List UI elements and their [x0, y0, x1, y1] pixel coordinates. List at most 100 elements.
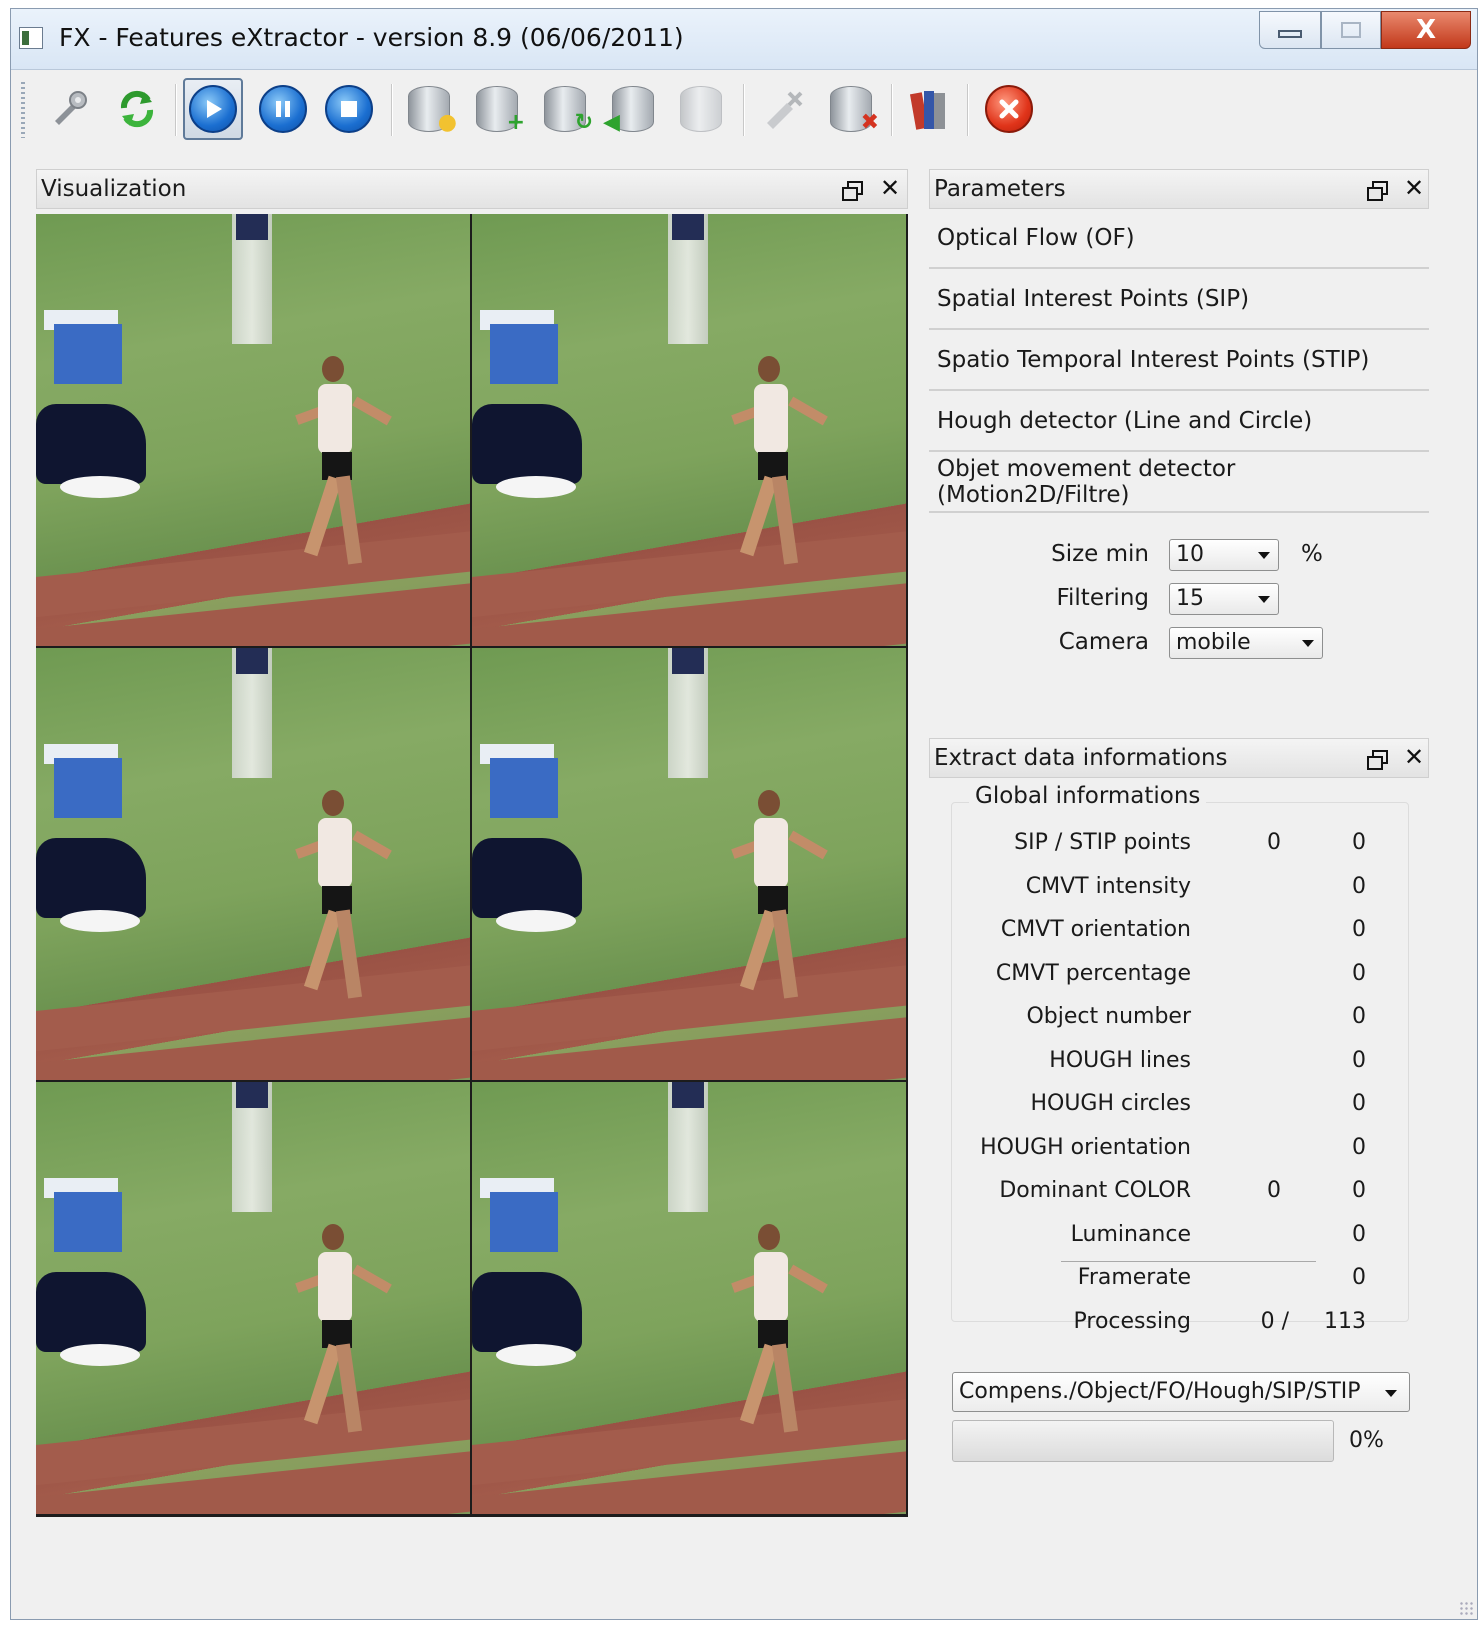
visualization-close-button[interactable]: ✕ — [880, 174, 900, 202]
database-add-button[interactable]: + — [467, 78, 527, 140]
param-item-label: Hough detector (Line and Circle) — [937, 408, 1313, 434]
info-value-cmvt-intensity: 0 — [1352, 874, 1366, 899]
info-label-sip-stip: SIP / STIP points — [1014, 830, 1191, 855]
database-icon — [680, 86, 722, 132]
chevron-down-icon — [1302, 640, 1314, 647]
extract-close-button[interactable]: ✕ — [1404, 743, 1424, 771]
info-value-hough-orientation: 0 — [1352, 1135, 1366, 1160]
minimize-button[interactable] — [1259, 11, 1321, 49]
camera-value: mobile — [1176, 630, 1251, 655]
video-frame — [36, 214, 470, 646]
size-min-label: Size min — [1051, 541, 1149, 567]
parameters-close-button[interactable]: ✕ — [1404, 174, 1424, 202]
refresh-icon — [120, 90, 154, 128]
close-icon: X — [1415, 15, 1437, 45]
title-bar: FX - Features eXtractor - version 8.9 (0… — [11, 9, 1477, 70]
divider — [1061, 1261, 1316, 1262]
toolbar: ● + ↻ ◀ ✖ — [11, 70, 1477, 150]
clear-button[interactable] — [753, 78, 813, 140]
param-item-label: Optical Flow (OF) — [937, 225, 1135, 251]
video-frame — [472, 1082, 906, 1514]
books-button[interactable] — [899, 78, 959, 140]
parameters-float-button[interactable] — [1367, 176, 1388, 201]
info-label-processing: Processing — [1073, 1309, 1191, 1334]
video-frame — [472, 648, 906, 1080]
parameters-dock-header: Parameters ✕ — [929, 169, 1429, 209]
visualization-title: Visualization — [41, 176, 187, 202]
pause-icon — [259, 85, 307, 133]
visualization-float-button[interactable] — [842, 176, 863, 201]
close-button[interactable]: X — [1381, 11, 1471, 49]
camera-select[interactable]: mobile — [1169, 627, 1323, 659]
settings-tools-button[interactable] — [39, 78, 99, 140]
size-min-select[interactable]: 10 — [1169, 539, 1279, 571]
info-value-processing-total: 113 — [1324, 1309, 1366, 1334]
info-value-processing-current: 0 / — [1260, 1309, 1289, 1334]
info-value-stip: 0 — [1352, 830, 1366, 855]
progress-text: 0% — [1349, 1428, 1384, 1453]
app-window: FX - Features eXtractor - version 8.9 (0… — [10, 8, 1478, 1620]
param-item-sip[interactable]: Spatial Interest Points (SIP) — [929, 270, 1429, 330]
info-label-cmvt-orientation: CMVT orientation — [1000, 917, 1191, 942]
float-icon — [1367, 750, 1388, 770]
visualization-view[interactable] — [36, 214, 908, 1517]
extract-float-button[interactable] — [1367, 745, 1388, 770]
size-min-value: 10 — [1176, 542, 1204, 567]
pause-button[interactable] — [253, 78, 313, 140]
param-item-optical-flow[interactable]: Optical Flow (OF) — [929, 209, 1429, 269]
resize-grip[interactable] — [1459, 1601, 1473, 1615]
float-icon — [842, 181, 863, 201]
info-label-hough-orientation: HOUGH orientation — [980, 1135, 1191, 1160]
filtering-label: Filtering — [1056, 585, 1149, 611]
camera-label: Camera — [1058, 629, 1149, 655]
size-min-unit: % — [1301, 541, 1323, 567]
info-label-dominant-color: Dominant COLOR — [999, 1178, 1191, 1203]
exit-button[interactable] — [979, 78, 1039, 140]
visualization-dock-header: Visualization ✕ — [36, 169, 908, 209]
video-frame — [472, 214, 906, 646]
database-refresh-button[interactable]: ↻ — [535, 78, 595, 140]
info-value-sip: 0 — [1267, 830, 1281, 855]
chevron-down-icon — [1385, 1390, 1397, 1397]
chevron-down-icon — [1258, 552, 1270, 559]
param-item-stip[interactable]: Spatio Temporal Interest Points (STIP) — [929, 331, 1429, 391]
info-value-luminance: 0 — [1352, 1222, 1366, 1247]
play-icon — [189, 85, 237, 133]
info-value-hough-lines: 0 — [1352, 1048, 1366, 1073]
info-value-cmvt-percentage: 0 — [1352, 961, 1366, 986]
info-label-hough-lines: HOUGH lines — [1049, 1048, 1191, 1073]
extraction-mode-value: Compens./Object/FO/Hough/SIP/STIP — [959, 1379, 1361, 1404]
global-informations-title: Global informations — [969, 783, 1207, 809]
extraction-mode-select[interactable]: Compens./Object/FO/Hough/SIP/STIP — [952, 1372, 1410, 1412]
extract-dock-header: Extract data informations ✕ — [929, 738, 1429, 778]
info-value-dominant-color-2: 0 — [1352, 1178, 1366, 1203]
database-add-icon: + — [476, 86, 525, 135]
database-import-button[interactable]: ◀ — [603, 78, 663, 140]
play-button[interactable] — [183, 78, 243, 140]
info-label-object-number: Object number — [1026, 1004, 1191, 1029]
database-button[interactable] — [671, 78, 731, 140]
stop-button[interactable] — [319, 78, 379, 140]
filtering-select[interactable]: 15 — [1169, 583, 1279, 615]
database-import-icon: ◀ — [603, 86, 654, 135]
param-item-hough[interactable]: Hough detector (Line and Circle) — [929, 392, 1429, 452]
refresh-button[interactable] — [107, 78, 167, 140]
param-item-label: Objet movement detector (Motion2D/Filtre… — [937, 456, 1236, 508]
database-light-button[interactable]: ● — [399, 78, 459, 140]
database-light-icon: ● — [408, 86, 457, 135]
info-label-cmvt-intensity: CMVT intensity — [1025, 874, 1191, 899]
progress-bar — [952, 1420, 1334, 1462]
settings-tools-icon — [55, 91, 87, 125]
window-title: FX - Features eXtractor - version 8.9 (0… — [59, 23, 684, 52]
extract-title: Extract data informations — [934, 745, 1228, 771]
app-icon — [19, 27, 43, 49]
database-delete-button[interactable]: ✖ — [821, 78, 881, 140]
param-item-object-movement[interactable]: Objet movement detector (Motion2D/Filtre… — [929, 453, 1429, 513]
info-value-framerate: 0 — [1352, 1265, 1366, 1290]
maximize-button[interactable] — [1321, 11, 1381, 49]
info-value-dominant-color-1: 0 — [1267, 1178, 1281, 1203]
books-icon — [909, 91, 945, 130]
info-label-cmvt-percentage: CMVT percentage — [995, 961, 1191, 986]
database-refresh-icon: ↻ — [544, 86, 593, 135]
toolbar-grip[interactable] — [21, 82, 25, 138]
